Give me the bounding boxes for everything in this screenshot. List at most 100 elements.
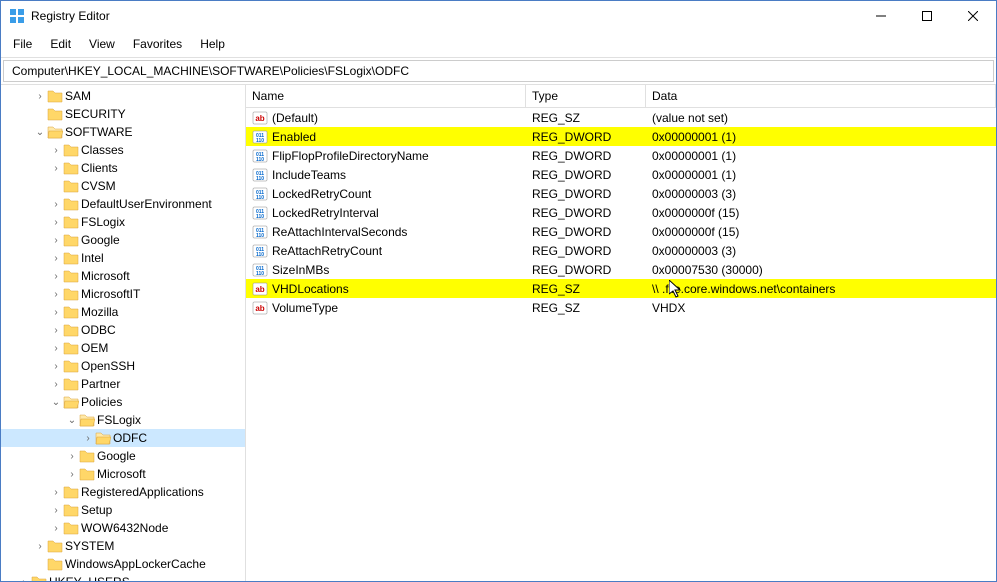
value-row[interactable]: EnabledREG_DWORD0x00000001 (1) [246,127,996,146]
tree-node-odbc[interactable]: ›ODBC [1,321,245,339]
tree-node-registeredapplications[interactable]: ›RegisteredApplications [1,483,245,501]
value-name: LockedRetryInterval [272,206,379,220]
chevron-icon[interactable]: › [33,91,47,102]
chevron-icon[interactable]: › [49,505,63,516]
chevron-icon[interactable]: › [49,307,63,318]
tree-node-oem[interactable]: ›OEM [1,339,245,357]
chevron-icon[interactable]: ⌄ [49,397,63,408]
menu-help[interactable]: Help [192,33,233,55]
column-header-data[interactable]: Data [646,85,996,107]
value-name: VolumeType [272,301,338,315]
tree-node-label: Microsoft [97,467,146,481]
tree-node-wow6432node[interactable]: ›WOW6432Node [1,519,245,537]
cell-name: VolumeType [246,300,526,316]
tree-node-classes[interactable]: ›Classes [1,141,245,159]
tree-node-google[interactable]: ›Google [1,231,245,249]
chevron-icon[interactable]: › [49,253,63,264]
folder-icon [63,520,79,536]
tree-node-software[interactable]: ⌄SOFTWARE [1,123,245,141]
tree-node-label: OpenSSH [81,359,135,373]
maximize-button[interactable] [904,1,950,31]
tree-node-google[interactable]: ›Google [1,447,245,465]
value-row[interactable]: (Default)REG_SZ(value not set) [246,108,996,127]
tree-node-cvsm[interactable]: CVSM [1,177,245,195]
chevron-icon[interactable]: › [49,235,63,246]
value-row[interactable]: LockedRetryCountREG_DWORD0x00000003 (3) [246,184,996,203]
cell-name: ReAttachRetryCount [246,243,526,259]
tree-node-label: Setup [81,503,112,517]
chevron-icon[interactable]: › [65,469,79,480]
list-header: Name Type Data [246,85,996,108]
tree-node-windowsapplockercache[interactable]: WindowsAppLockerCache [1,555,245,573]
chevron-icon[interactable]: › [49,199,63,210]
chevron-icon[interactable]: › [49,289,63,300]
cell-name: SizeInMBs [246,262,526,278]
chevron-icon[interactable]: › [49,361,63,372]
folder-icon [63,214,79,230]
value-row[interactable]: ReAttachIntervalSecondsREG_DWORD0x000000… [246,222,996,241]
cell-type: REG_DWORD [526,225,646,239]
chevron-icon[interactable]: › [33,541,47,552]
tree-node-openssh[interactable]: › OpenSSH [1,357,245,375]
chevron-icon[interactable]: › [49,163,63,174]
tree-node-fslogix[interactable]: ⌄FSLogix [1,411,245,429]
close-button[interactable] [950,1,996,31]
tree-node-odfc[interactable]: ›ODFC [1,429,245,447]
value-row[interactable]: ReAttachRetryCountREG_DWORD0x00000003 (3… [246,241,996,260]
chevron-icon[interactable]: › [49,343,63,354]
titlebar[interactable]: Registry Editor [1,1,996,31]
menu-favorites[interactable]: Favorites [125,33,190,55]
folder-icon [47,106,63,122]
value-name: ReAttachRetryCount [272,244,382,258]
tree-node-policies[interactable]: ⌄Policies [1,393,245,411]
value-row[interactable]: IncludeTeamsREG_DWORD0x00000001 (1) [246,165,996,184]
folder-icon [47,556,63,572]
menu-edit[interactable]: Edit [42,33,79,55]
tree-node-intel[interactable]: ›Intel [1,249,245,267]
tree-node-microsoftit[interactable]: ›MicrosoftIT [1,285,245,303]
chevron-icon[interactable]: › [49,217,63,228]
tree-node-fslogix[interactable]: ›FSLogix [1,213,245,231]
tree-node-sam[interactable]: › SAM [1,87,245,105]
tree-node-partner[interactable]: ›Partner [1,375,245,393]
chevron-icon[interactable]: › [49,523,63,534]
chevron-icon[interactable]: › [49,325,63,336]
minimize-button[interactable] [858,1,904,31]
tree-node-label: SECURITY [65,107,126,121]
tree-node-label: SAM [65,89,91,103]
tree-node-setup[interactable]: › Setup [1,501,245,519]
tree-node-label: DefaultUserEnvironment [81,197,212,211]
tree-node-mozilla[interactable]: ›Mozilla [1,303,245,321]
chevron-icon[interactable]: › [17,577,31,582]
value-name: VHDLocations [272,282,349,296]
value-row[interactable]: VolumeTypeREG_SZVHDX [246,298,996,317]
tree-node-security[interactable]: SECURITY [1,105,245,123]
chevron-icon[interactable]: › [49,487,63,498]
column-header-type[interactable]: Type [526,85,646,107]
chevron-icon[interactable]: › [81,433,95,444]
tree-node-microsoft[interactable]: › Microsoft [1,465,245,483]
tree-node-hkey-users[interactable]: ›HKEY_USERS [1,573,245,581]
chevron-icon[interactable]: › [49,271,63,282]
chevron-icon[interactable]: › [49,145,63,156]
folder-open-icon [47,124,63,140]
folder-open-icon [63,394,79,410]
value-row[interactable]: LockedRetryIntervalREG_DWORD0x0000000f (… [246,203,996,222]
column-header-name[interactable]: Name [246,85,526,107]
chevron-icon[interactable]: ⌄ [33,127,47,138]
value-row[interactable]: VHDLocationsREG_SZ\\ .file.core.windows.… [246,279,996,298]
tree-node-microsoft[interactable]: ›Microsoft [1,267,245,285]
menu-file[interactable]: File [5,33,40,55]
tree-view[interactable]: › SAM SECURITY ⌄SOFTWARE›Classes›ClientsCVS… [1,85,246,581]
list-view[interactable]: Name Type Data (Default)REG_SZ(value not… [246,85,996,581]
tree-node-clients[interactable]: ›Clients [1,159,245,177]
chevron-icon[interactable]: › [49,379,63,390]
address-bar[interactable]: Computer\HKEY_LOCAL_MACHINE\SOFTWARE\Pol… [3,60,994,82]
tree-node-system[interactable]: ›SYSTEM [1,537,245,555]
chevron-icon[interactable]: › [65,451,79,462]
chevron-icon[interactable]: ⌄ [65,415,79,426]
tree-node-defaultuserenvironment[interactable]: › DefaultUserEnvironment [1,195,245,213]
menu-view[interactable]: View [81,33,123,55]
value-row[interactable]: SizeInMBsREG_DWORD0x00007530 (30000) [246,260,996,279]
value-row[interactable]: FlipFlopProfileDirectoryNameREG_DWORD0x0… [246,146,996,165]
